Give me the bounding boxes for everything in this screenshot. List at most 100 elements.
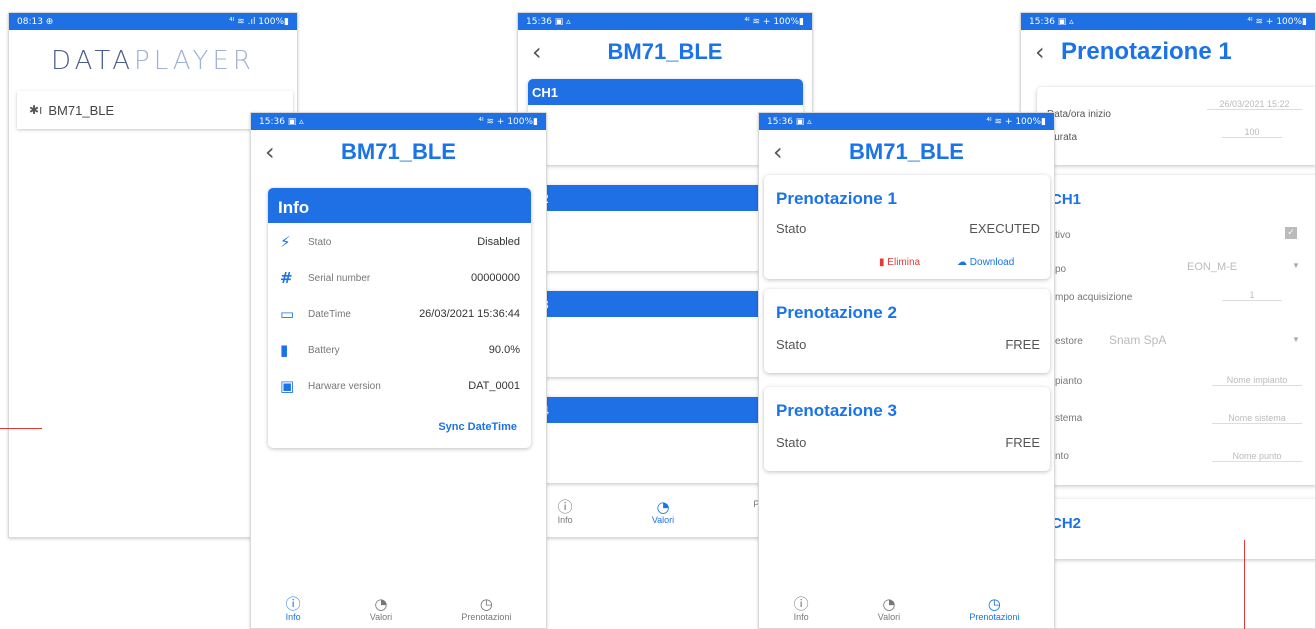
info-label: Battery [308,344,340,356]
punto-input[interactable]: Nome punto [1212,451,1302,462]
nav-valori[interactable]: ◔ Valori [370,596,392,622]
tempo-label: mpo acquisizione [1055,292,1133,303]
page-title: Prenotazione 1 [1061,38,1232,65]
connector-line [1244,540,1245,629]
back-arrow-icon[interactable]: ‹ [1035,38,1045,66]
info-card: Info ⚡ Stato Disabled # Serial number 000… [268,188,531,448]
booking-title: Prenotazione 3 [776,401,897,420]
connector-line [0,428,42,429]
sync-datetime-button[interactable]: Sync DateTime [438,421,517,433]
booking-time-card: Data/ora inizio 26/03/2021 15:22 Durata … [1037,87,1315,165]
nav-label: Valori [651,515,675,525]
booking-state-label: Stato [776,337,807,352]
screen-prenotazione-detail: 15:36 ▣ ▵ ⁴ᴵ ≋ + 100%▮ ‹ Prenotazione 1 D… [1020,12,1316,629]
info-label: Harware version [308,380,381,392]
status-bar: 15:36 ▣ ▵ ⁴ᴵ ≋ + 100%▮ [1021,13,1315,30]
info-value: 00000000 [471,272,520,284]
status-bar: 08:13 ⊕ ⁴ᴵ ≋ .ıl 100%▮ [9,13,297,30]
status-icons: ⁴ᴵ ≋ + 100%▮ [1247,16,1307,27]
delete-button[interactable]: ▮ Elimina [879,257,920,268]
gestore-label: estore [1055,336,1083,347]
info-row: ⚡ Stato Disabled [280,232,520,252]
back-arrow-icon[interactable]: ‹ [532,38,542,66]
logo-text-player: PLAYER [134,46,255,76]
status-time: 08:13 ⊕ [17,16,54,27]
back-arrow-icon[interactable]: ‹ [773,138,783,166]
tempo-input[interactable]: 1 [1222,290,1282,301]
calendar-icon: ▭ [280,305,295,323]
nav-valori[interactable]: ◔ Valori [652,499,674,525]
tipo-select[interactable]: EON_M-E [1187,261,1237,273]
impianto-label: pianto [1055,376,1083,387]
chevron-down-icon: ▼ [1292,335,1300,344]
ch1-config-card: CH1 tivo ✓ po EON_M-E ▼ mpo acquisizione… [1037,175,1315,485]
info-value: 90.0% [488,344,520,356]
status-icons: ⁴ᴵ ≋ + 100%▮ [744,16,804,27]
chevron-down-icon: ▼ [1292,261,1300,270]
punto-label: nto [1055,451,1069,462]
logo-text-data: DATA [51,46,135,76]
gauge-icon: ◔ [882,595,896,613]
ch2-config-card: CH2 [1037,499,1315,559]
nav-prenotazioni[interactable]: ◷ Prenotazioni [969,596,1019,622]
booking-title: Prenotazione 1 [776,189,897,208]
download-button[interactable]: ☁ Download [957,257,1014,268]
info-icon: ⓘ [285,595,301,613]
nav-prenotazioni[interactable]: ◷ Prenotazioni [461,596,511,622]
device-name: BM71_BLE [48,102,115,118]
info-value: 26/03/2021 15:36:44 [419,308,520,320]
booking-card[interactable]: Prenotazione 3 Stato FREE [764,387,1050,471]
info-label: Stato [308,236,332,248]
page-title: BM71_BLE [341,139,456,164]
nav-info[interactable]: ⓘ Info [794,596,809,622]
download-label: Download [969,257,1015,268]
attivo-checkbox[interactable]: ✓ [1285,227,1297,239]
booking-state-label: Stato [776,221,807,236]
nav-valori[interactable]: ◔ Valori [878,596,900,622]
nav-label: Prenotazioni [969,612,1020,622]
booking-state-value: FREE [1005,435,1040,450]
status-bar: 15:36 ▣ ▵ ⁴ᴵ ≋ + 100%▮ [518,13,812,30]
info-label: Serial number [308,272,371,284]
nav-label: Prenotazioni [461,612,512,622]
status-time: 15:36 ▣ ▵ [767,116,812,127]
duration-input[interactable]: 100 [1222,127,1282,138]
ch1-title: CH1 [1051,191,1082,208]
gestore-select[interactable]: Snam SpA [1109,333,1166,347]
header: ‹ BM71_BLE [251,130,546,174]
nav-label: Info [557,515,573,525]
status-bar: 15:36 ▣ ▵ ⁴ᴵ ≋ + 100%▮ [251,113,546,130]
tipo-label: po [1055,264,1067,275]
sistema-input[interactable]: Nome sistema [1212,413,1302,424]
nav-label: Valori [369,612,393,622]
nav-label: Info [285,612,301,622]
start-label: Data/ora inizio [1047,109,1111,120]
hash-icon: # [280,269,293,287]
nav-info[interactable]: ⓘ Info [558,499,573,525]
nav-info[interactable]: ⓘ Info [286,596,301,622]
booking-card[interactable]: Prenotazione 2 Stato FREE [764,289,1050,373]
nav-label: Valori [877,612,901,622]
screen-prenotazioni: 15:36 ▣ ▵ ⁴ᴵ ≋ + 100%▮ ‹ BM71_BLE Prenota… [758,112,1055,629]
start-input[interactable]: 26/03/2021 15:22 [1207,99,1302,110]
info-icon: ⓘ [557,498,573,516]
info-row: ▣ Harware version DAT_0001 [280,376,520,396]
impianto-input[interactable]: Nome impianto [1212,375,1302,386]
page-title: BM71_BLE [607,39,723,64]
booking-state-value: FREE [1005,337,1040,352]
status-icons: ⁴ᴵ ≋ .ıl 100%▮ [229,16,289,27]
back-arrow-icon[interactable]: ‹ [265,138,275,166]
ch2-title: CH2 [1051,515,1082,532]
clock-icon: ◷ [987,595,1001,613]
info-row: # Serial number 00000000 [280,268,520,288]
bluetooth-icon: ✱ı [29,103,43,117]
bottom-nav: ⓘ Info ◔ Valori ◷ Prenotazioni [759,590,1054,628]
booking-card[interactable]: Prenotazione 1 Stato EXECUTED ▮ Elimina ☁… [764,175,1050,279]
status-icons: ⁴ᴵ ≋ + 100%▮ [986,116,1046,127]
info-value: Disabled [477,236,520,248]
info-card-title: Info [268,188,531,223]
info-row: ▭ DateTime 26/03/2021 15:36:44 [280,304,520,324]
info-label: DateTime [308,308,351,320]
header: ‹ BM71_BLE [518,30,812,74]
delete-label: Elimina [887,257,921,268]
